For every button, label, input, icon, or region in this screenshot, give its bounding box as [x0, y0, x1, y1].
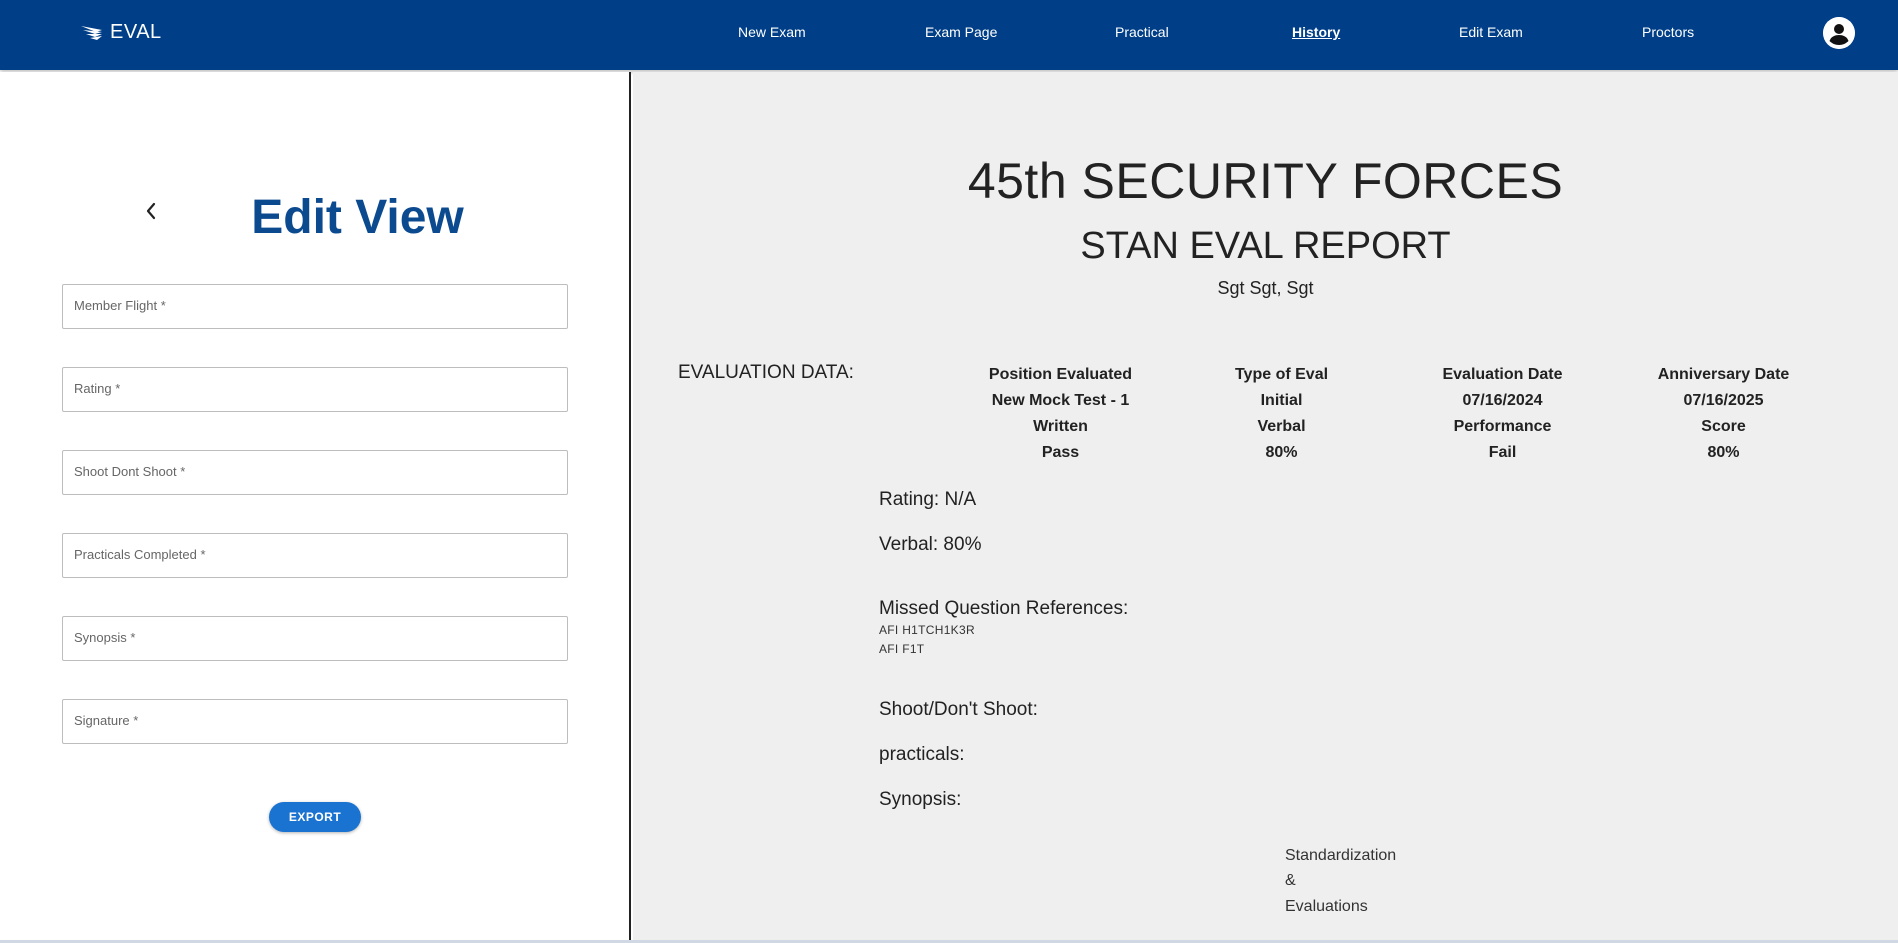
- eval-grid-cell: Type of Eval: [1234, 366, 1329, 383]
- rating-line: Rating: N/A: [879, 489, 977, 510]
- report-subtitle: STAN EVAL REPORT: [1080, 225, 1451, 267]
- signature-label: Signature *: [74, 713, 139, 728]
- top-nav-bar: EVAL New Exam Exam Page Practical Histor…: [0, 0, 1898, 70]
- nav-edit-exam[interactable]: Edit Exam: [1459, 24, 1523, 40]
- practicals-completed-label: Practicals Completed *: [74, 547, 206, 562]
- signature-block-line: Evaluations: [1285, 898, 1368, 915]
- report-title: 45th SECURITY FORCES: [967, 153, 1564, 209]
- member-name: Sgt Sgt, Sgt: [1217, 278, 1314, 298]
- missed-ref-item: AFI H1TCH1K3R: [879, 623, 975, 637]
- member-flight-field[interactable]: Member Flight *: [62, 284, 568, 329]
- eval-grid-row: New Mock Test - 1 Initial 07/16/2024 07/…: [950, 392, 1834, 418]
- nav-history[interactable]: History: [1292, 24, 1340, 40]
- synopsis-field[interactable]: Synopsis *: [62, 616, 568, 661]
- shoot-dont-shoot-field[interactable]: Shoot Dont Shoot *: [62, 450, 568, 495]
- eval-grid-cell: Performance: [1453, 418, 1552, 435]
- eval-grid-row: Written Verbal Performance Score: [950, 418, 1834, 444]
- eval-grid-cell: Score: [1701, 418, 1746, 435]
- synopsis-line: Synopsis:: [879, 789, 962, 810]
- verbal-line: Verbal: 80%: [879, 534, 982, 555]
- eval-grid-cell: Initial: [1260, 392, 1303, 409]
- practicals-completed-field[interactable]: Practicals Completed *: [62, 533, 568, 578]
- account-avatar[interactable]: [1823, 17, 1855, 49]
- eval-grid-cell: 80%: [1707, 444, 1740, 461]
- eval-grid-row: Position Evaluated Type of Eval Evaluati…: [950, 366, 1834, 392]
- eval-grid-cell: Verbal: [1257, 418, 1306, 435]
- chevron-left-icon: [146, 202, 156, 220]
- back-button[interactable]: [138, 198, 164, 224]
- signature-block-line: &: [1285, 872, 1296, 889]
- eval-grid-cell: Pass: [1041, 444, 1080, 461]
- edit-panel: Edit View Member Flight * Rating * Shoot…: [0, 72, 631, 940]
- signature-field[interactable]: Signature *: [62, 699, 568, 744]
- synopsis-label: Synopsis *: [74, 630, 136, 645]
- rating-field[interactable]: Rating *: [62, 367, 568, 412]
- eval-grid-cell: Position Evaluated: [988, 366, 1133, 383]
- nav-practical[interactable]: Practical: [1115, 24, 1169, 40]
- member-flight-label: Member Flight *: [74, 298, 166, 313]
- account-circle-icon: [1823, 17, 1855, 49]
- wing-logo-icon: [81, 26, 102, 40]
- signature-block-line: Standardization: [1285, 847, 1397, 864]
- nav-proctors[interactable]: Proctors: [1642, 24, 1694, 40]
- report-preview: 45th SECURITY FORCES STAN EVAL REPORT Sg…: [633, 72, 1898, 940]
- eval-grid-row: Pass 80% Fail 80%: [950, 444, 1834, 470]
- eval-grid-cell: Evaluation Date: [1442, 366, 1563, 383]
- nav-new-exam[interactable]: New Exam: [738, 24, 806, 40]
- eval-grid-cell: Written: [1033, 418, 1088, 435]
- nav-exam-page[interactable]: Exam Page: [925, 24, 997, 40]
- eval-grid-cell: 07/16/2024: [1462, 392, 1543, 409]
- practicals-line: practicals:: [879, 744, 965, 765]
- shoot-dont-shoot-line: Shoot/Don't Shoot:: [879, 699, 1038, 720]
- app-logo-text: EVAL: [110, 20, 162, 43]
- missed-question-heading: Missed Question References:: [879, 598, 1129, 619]
- eval-grid-cell: New Mock Test - 1: [991, 392, 1130, 409]
- eval-grid-cell: 07/16/2025: [1683, 392, 1764, 409]
- missed-ref-item: AFI F1T: [879, 642, 925, 656]
- evaluation-data-grid: Position Evaluated Type of Eval Evaluati…: [950, 366, 1834, 470]
- evaluation-data-label: EVALUATION DATA:: [678, 362, 854, 383]
- app-logo[interactable]: EVAL: [80, 18, 162, 46]
- export-button[interactable]: EXPORT: [269, 802, 361, 832]
- rating-label: Rating *: [74, 381, 121, 396]
- eval-grid-cell: 80%: [1265, 444, 1298, 461]
- eval-grid-cell: Anniversary Date: [1657, 366, 1790, 383]
- shoot-dont-shoot-label: Shoot Dont Shoot *: [74, 464, 186, 479]
- page-title: Edit View: [251, 191, 464, 244]
- eval-grid-cell: Fail: [1488, 444, 1517, 461]
